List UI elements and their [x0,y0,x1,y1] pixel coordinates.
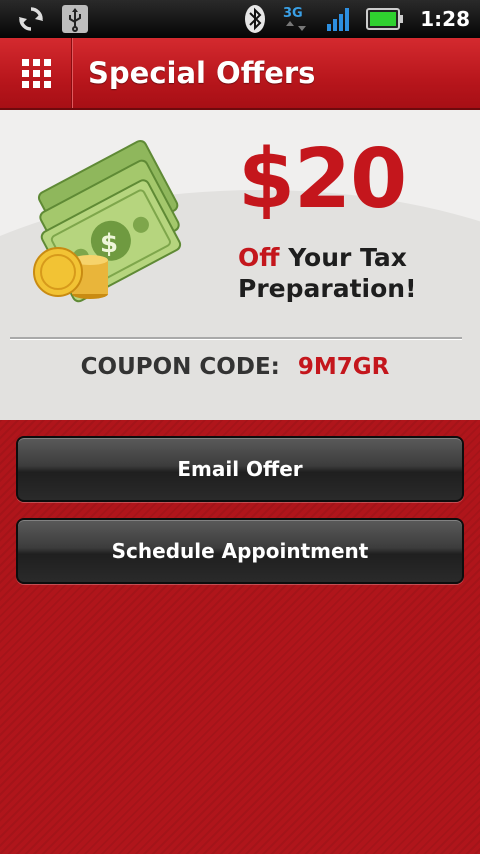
usb-icon [60,4,90,34]
title-bar: Special Offers [0,38,480,110]
network-3g-icon: 3G [282,4,312,34]
actions-area: Email Offer Schedule Appointment [0,420,480,854]
battery-icon [366,4,404,34]
coupon-code: 9M7GR [297,354,390,380]
signal-icon [324,4,354,34]
sync-icon [16,4,46,34]
offer-line-2: Preparation! [238,274,417,303]
clock: 1:28 [420,7,470,31]
status-bar: 3G 1:28 [0,0,480,38]
coupon-row: COUPON CODE: 9M7GR [0,354,470,380]
money-stack-icon: $ [28,130,198,310]
offer-panel: $ $20 Off Your Tax Preparation! COUPON C… [0,110,480,420]
grid-menu-icon [21,58,51,88]
grid-menu-button[interactable] [0,38,73,108]
email-offer-button[interactable]: Email Offer [16,436,464,502]
offer-description: Off Your Tax Preparation! [238,242,468,304]
divider [10,337,462,340]
svg-text:$: $ [100,229,118,259]
page-title: Special Offers [88,56,316,90]
offer-line-1: Your Tax [279,243,407,272]
svg-text:3G: 3G [283,6,303,21]
bluetooth-icon [240,4,270,34]
schedule-appointment-button[interactable]: Schedule Appointment [16,518,464,584]
coupon-label: COUPON CODE: [80,354,280,380]
discount-amount: $20 [238,132,407,227]
off-word: Off [238,243,280,272]
